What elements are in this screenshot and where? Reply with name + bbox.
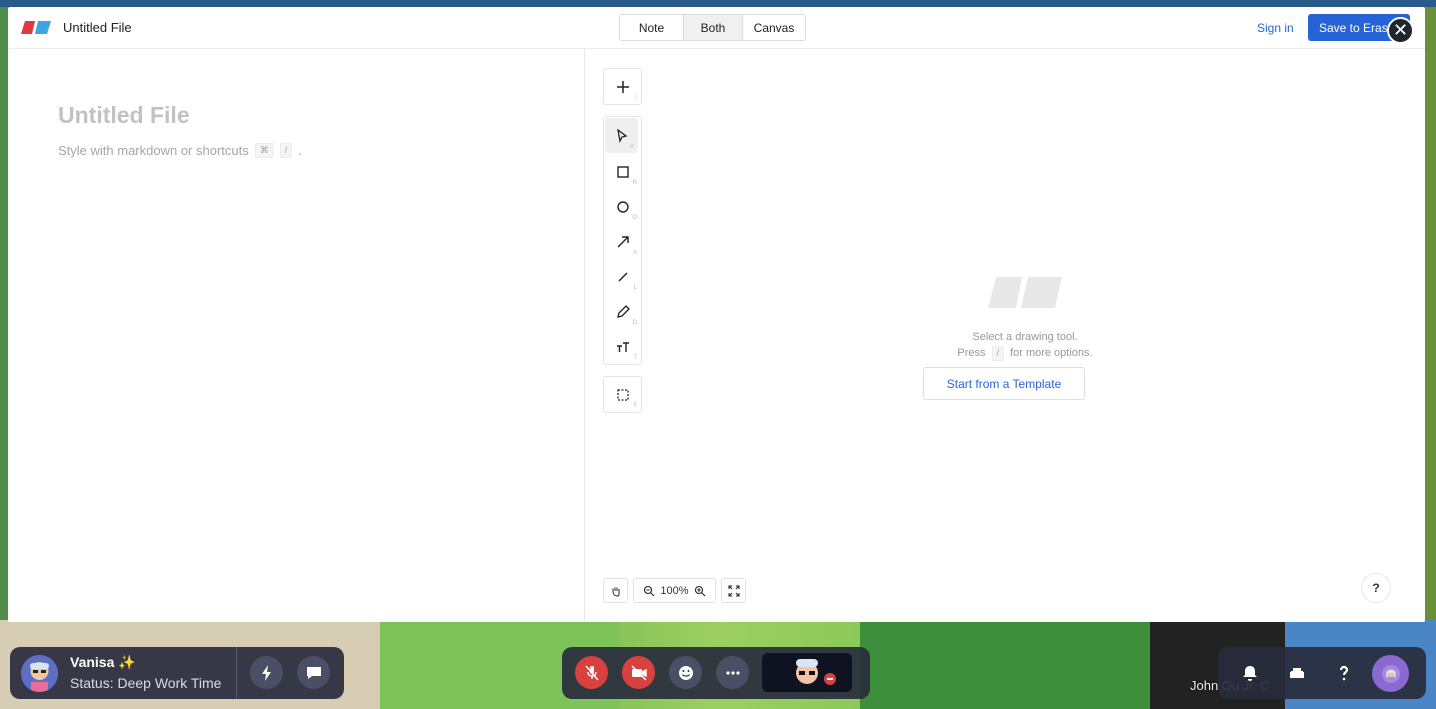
media-bar [562, 647, 870, 699]
view-toggle: Note Both Canvas [619, 14, 806, 41]
cmd-key: ⌘ [254, 143, 274, 158]
eraser-placeholder-icon [988, 277, 1062, 308]
text-icon [616, 341, 629, 352]
avatar-image [1381, 664, 1400, 683]
top-bar: Untitled File Note Both Canvas Sign in S… [8, 7, 1425, 49]
user-status[interactable]: Status: Deep Work Time [70, 675, 221, 691]
right-toolbar [1218, 647, 1426, 699]
empty-state-title: Select a drawing tool. [972, 331, 1078, 343]
note-hint-suffix: . [298, 143, 302, 158]
fit-screen-button[interactable] [721, 578, 746, 603]
plus-icon [616, 80, 629, 93]
frame-tool-group: F [603, 376, 642, 413]
note-title-input[interactable]: Untitled File [58, 102, 190, 129]
user-name: Vanisa ✨ [70, 654, 136, 670]
bell-icon [1242, 665, 1257, 681]
avatar-video-image [762, 653, 852, 692]
hand-icon [612, 587, 620, 597]
square-icon [616, 165, 629, 178]
user-card[interactable]: Vanisa ✨ Status: Deep Work Time [10, 647, 344, 699]
frame-tool-button[interactable]: F [604, 377, 641, 412]
canvas-empty-state: Select a drawing tool. Press / for more … [925, 277, 1125, 361]
pencil-icon [616, 304, 630, 318]
empty-hint-suffix: for more options. [1010, 347, 1093, 359]
help-button[interactable]: ? [1361, 573, 1391, 603]
shortcut-label: D [632, 320, 637, 326]
circle-icon [616, 200, 629, 213]
note-pane[interactable]: Untitled File Style with markdown or sho… [8, 49, 585, 622]
furniture-button[interactable] [1280, 656, 1313, 689]
line-icon [618, 272, 627, 281]
ellipse-tool-button[interactable]: O [604, 189, 641, 224]
chat-button[interactable] [297, 656, 330, 689]
start-from-template-button[interactable]: Start from a Template [923, 367, 1085, 400]
file-title[interactable]: Untitled File [63, 20, 132, 35]
note-hint: Style with markdown or shortcuts ⌘ / . [58, 143, 302, 158]
shortcut-label: O [632, 215, 637, 221]
camera-off-button[interactable] [622, 656, 655, 689]
canvas-pane[interactable]: / V R O A L D T F Select a drawing tool.… [585, 49, 1425, 622]
zoom-out-icon[interactable] [643, 585, 655, 597]
avatar-image [21, 655, 58, 692]
empty-state-hint: Press / for more options. [925, 345, 1125, 361]
divider [236, 647, 237, 699]
expand-icon [728, 585, 739, 596]
sofa-icon [1289, 667, 1304, 678]
line-tool-button[interactable]: L [604, 259, 641, 294]
frame-icon [616, 388, 629, 401]
shortcut-label: A [632, 250, 637, 256]
shortcut-label: F [633, 403, 637, 409]
eraser-logo-icon [21, 21, 51, 34]
rectangle-tool-button[interactable]: R [604, 154, 641, 189]
cursor-icon [616, 128, 627, 143]
zoom-controls: 100% [633, 578, 716, 603]
hand-tool-button[interactable] [603, 578, 628, 603]
arrow-tool-button[interactable]: A [604, 224, 641, 259]
tab-canvas[interactable]: Canvas [743, 15, 805, 40]
mic-off-icon [584, 665, 599, 680]
game-tree [860, 620, 1160, 709]
select-tool-button[interactable]: V [605, 118, 638, 153]
shortcut-label: R [632, 180, 637, 186]
self-video-preview[interactable] [762, 653, 852, 692]
game-left-edge [0, 7, 8, 620]
zoom-in-icon[interactable] [694, 585, 706, 597]
avatar[interactable] [21, 655, 58, 692]
eraser-modal: Untitled File Note Both Canvas Sign in S… [8, 7, 1425, 622]
game-top-strip [0, 0, 1436, 7]
profile-avatar[interactable] [1372, 655, 1409, 692]
slash-key: / [991, 345, 1005, 361]
chat-icon [306, 666, 321, 679]
sign-in-link[interactable]: Sign in [1257, 21, 1294, 35]
emoji-button[interactable] [669, 656, 702, 689]
camera-off-icon [631, 665, 647, 680]
question-icon [1339, 665, 1348, 680]
shortcut-label: L [633, 285, 637, 291]
mute-mic-button[interactable] [575, 656, 608, 689]
arrow-icon [617, 235, 629, 247]
ellipsis-icon [725, 670, 740, 675]
slash-key: / [279, 143, 293, 158]
zoom-level[interactable]: 100% [660, 585, 688, 597]
more-options-button[interactable] [716, 656, 749, 689]
empty-hint-prefix: Press [957, 347, 986, 359]
shortcut-label: / [635, 95, 637, 101]
game-right-edge [1425, 7, 1436, 620]
pencil-tool-button[interactable]: D [604, 294, 641, 329]
drawing-tools-group: V R O A L D T [603, 116, 642, 365]
tab-note[interactable]: Note [620, 15, 683, 40]
notifications-button[interactable] [1233, 656, 1266, 689]
lightning-button[interactable] [250, 656, 283, 689]
shortcut-label: T [633, 355, 637, 361]
tab-both[interactable]: Both [683, 15, 743, 40]
close-icon[interactable]: ✕ [1387, 17, 1414, 44]
shortcut-label: V [629, 144, 634, 150]
help-game-button[interactable] [1327, 656, 1360, 689]
note-hint-text: Style with markdown or shortcuts [58, 143, 249, 158]
text-tool-button[interactable]: T [604, 329, 641, 364]
smiley-icon [678, 665, 693, 680]
lightning-icon [261, 664, 271, 681]
add-tool-button[interactable]: / [604, 69, 641, 104]
add-tool-group: / [603, 68, 642, 105]
